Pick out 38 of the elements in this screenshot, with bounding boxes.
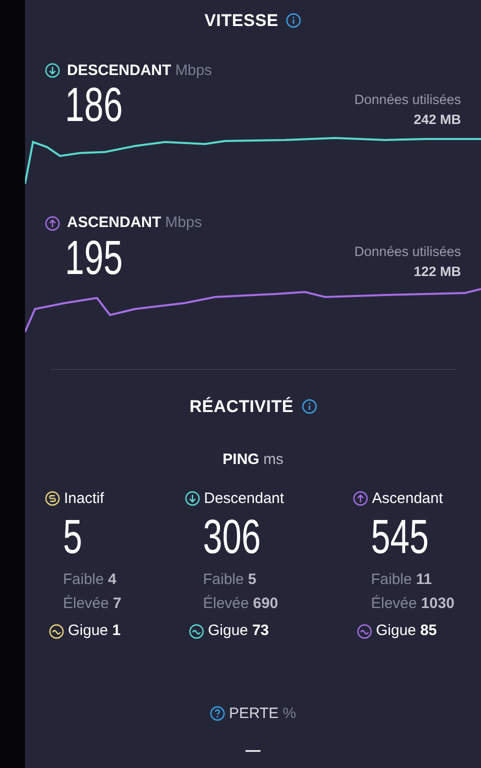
data-used-value: 122 MB [412,263,461,282]
unit-label: Mbps [175,60,212,80]
ping-column-label: Inactif [64,488,104,508]
jitter-text: Gigue 85 [376,621,437,641]
section-title: RÉACTIVITÉ [189,396,294,418]
data-used-value: 242 MB [412,110,461,129]
ping-range-text: Faible 11 [370,570,433,590]
unit-label: ms [263,450,284,470]
loss-label: PERTE [228,704,279,724]
section-title: VITESSE [204,10,278,32]
data-used-label: Données utilisées [354,243,461,261]
wave-icon [49,624,64,639]
jitter-text: Gigue 73 [208,621,269,641]
ping-range-text: Élevée 7 [62,594,122,614]
test-label: ASCENDANT [67,213,162,233]
ping-column-label: Ascendant [372,488,443,508]
ping-range-text: Élevée 690 [202,594,280,614]
speed-value: 186 [65,82,123,130]
info-icon[interactable] [302,398,317,414]
speed-value: 195 [65,234,123,282]
info-icon[interactable] [286,13,302,28]
ping-range-text: Faible 4 [62,570,118,590]
ping-value: 306 [203,514,261,562]
unit-label: Mbps [165,213,202,233]
ping-range-text: Faible 5 [202,570,258,590]
ping-value: 5 [63,514,82,562]
ping-column-label: Descendant [204,488,284,508]
wave-icon [189,624,204,639]
help-icon[interactable] [210,706,225,722]
wave-icon [357,624,372,639]
test-label: DESCENDANT [67,60,172,80]
ping-value: 545 [371,514,429,562]
ping-label: PING [222,450,260,470]
jitter-text: Gigue 1 [68,621,121,641]
unit-label: % [282,704,296,724]
data-used-label: Données utilisées [354,90,461,108]
loss-value: — [246,742,260,759]
ping-range-text: Élevée 1030 [370,594,456,614]
